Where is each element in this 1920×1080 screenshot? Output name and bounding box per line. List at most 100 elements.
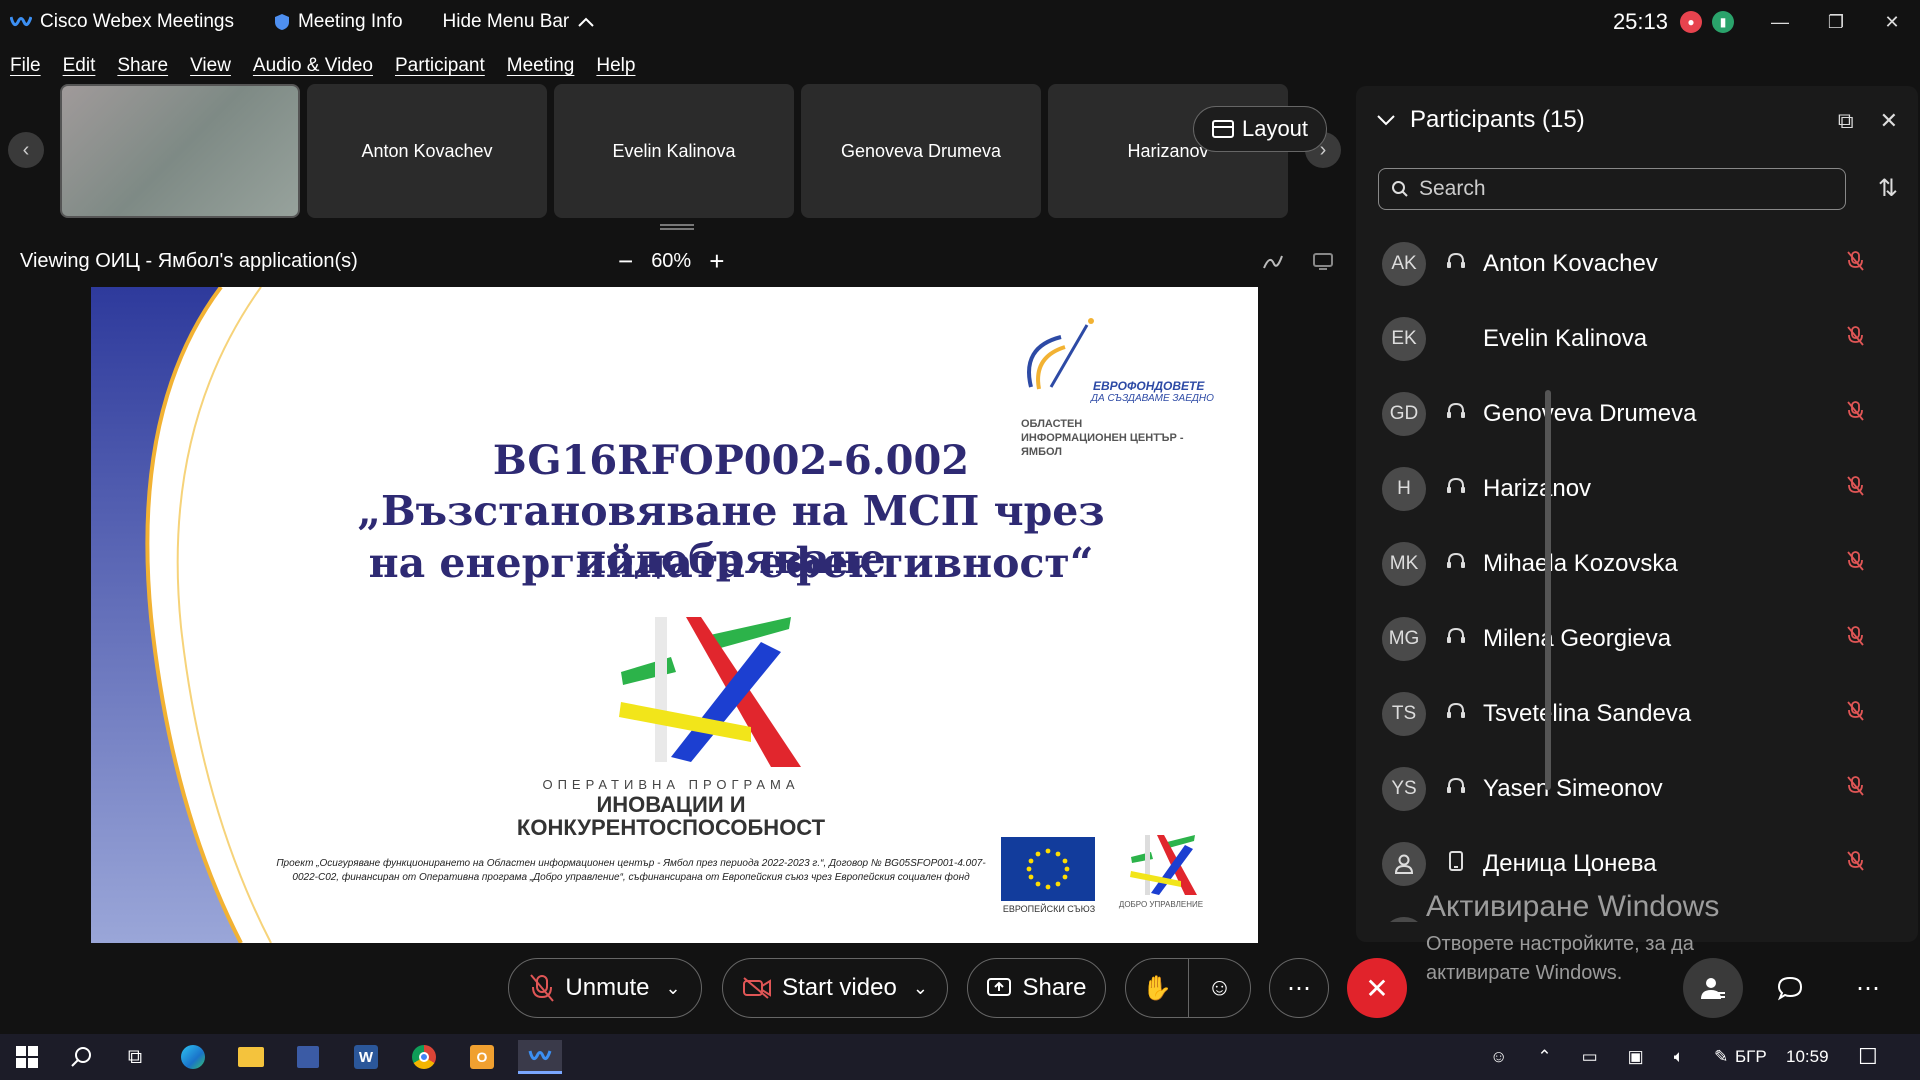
participant-row[interactable]: YS Yasen Simeonov (1356, 751, 1896, 826)
zoom-in-button[interactable]: + (709, 246, 724, 277)
file-explorer-icon[interactable] (234, 1040, 268, 1074)
viewing-bar: Viewing ОИЦ - Ямбол's application(s) − 6… (0, 240, 1340, 282)
participant-row[interactable]: MG Milena Georgieva (1356, 601, 1896, 676)
close-panel-icon[interactable]: ✕ (1880, 108, 1898, 134)
headset-icon (1444, 550, 1468, 578)
menu-view[interactable]: View (190, 55, 231, 77)
participant-row[interactable]: MK Mihaela Kozovska (1356, 526, 1896, 601)
unmute-button[interactable]: Unmute ⌄ (508, 958, 702, 1018)
avatar: MK (1382, 541, 1426, 586)
mic-muted-icon[interactable] (1846, 700, 1866, 727)
participant-row[interactable]: AK Anton Kovachev (1356, 226, 1896, 301)
video-tile[interactable]: Genoveva Drumeva (801, 84, 1041, 218)
hide-menu-bar-button[interactable]: Hide Menu Bar (443, 11, 596, 33)
webex-taskbar-icon[interactable] (518, 1040, 562, 1074)
unmute-chevron-icon[interactable]: ⌄ (665, 978, 680, 999)
headset-icon (1444, 775, 1468, 803)
battery-icon[interactable]: ▭ (1582, 1047, 1598, 1067)
mic-muted-icon[interactable] (1846, 625, 1866, 652)
viewing-text: Viewing ОИЦ - Ямбол's application(s) (20, 249, 358, 272)
strip-prev-button[interactable]: ‹ (8, 132, 44, 168)
avatar: YS (1382, 766, 1426, 811)
reactions-icon[interactable]: ☺ (1189, 974, 1250, 1002)
participant-row[interactable]: H Harizanov (1356, 451, 1896, 526)
edge-browser-icon[interactable] (176, 1040, 210, 1074)
meeting-info-button[interactable]: Meeting Info (274, 11, 403, 33)
menu-file[interactable]: File (10, 55, 41, 77)
mic-muted-icon[interactable] (1846, 325, 1866, 352)
more-options-button[interactable]: ⋯ (1269, 958, 1329, 1018)
participants-header[interactable]: Participants (15) (1376, 106, 1585, 134)
minimize-button[interactable]: — (1752, 0, 1808, 44)
chrome-icon[interactable] (407, 1040, 441, 1074)
mic-muted-icon[interactable] (1846, 475, 1866, 502)
restore-button[interactable]: ❐ (1808, 0, 1864, 44)
headset-icon (1444, 625, 1468, 653)
share-button[interactable]: Share (967, 958, 1106, 1018)
slide-swoosh-decoration (91, 287, 272, 943)
menu-audio-video[interactable]: Audio & Video (253, 55, 373, 77)
resize-grip[interactable] (660, 224, 694, 230)
outlook-icon[interactable]: O (465, 1040, 499, 1074)
participant-scrollbar[interactable] (1544, 240, 1552, 940)
people-icon[interactable]: ☺ (1490, 1047, 1507, 1067)
menu-share[interactable]: Share (117, 55, 168, 77)
annotate-icon[interactable] (1262, 250, 1284, 272)
recording-icon[interactable]: ● (1680, 11, 1702, 33)
self-video-tile[interactable] (60, 84, 300, 218)
participant-row[interactable]: EK Evelin Kalinova (1356, 301, 1896, 376)
video-chevron-icon[interactable]: ⌄ (913, 978, 928, 999)
good-governance-logo (1130, 835, 1197, 895)
end-call-button[interactable]: ✕ (1347, 958, 1407, 1018)
mic-muted-icon[interactable] (1846, 850, 1866, 877)
search-icon[interactable] (64, 1040, 98, 1074)
mic-muted-icon[interactable] (1846, 775, 1866, 802)
good-governance-label: ДОБРО УПРАВЛЕНИЕ (1118, 900, 1204, 909)
notifications-icon[interactable]: ☐ (1858, 1034, 1878, 1080)
chevron-up-icon[interactable]: ⌃ (1537, 1047, 1551, 1067)
chat-button[interactable] (1760, 958, 1820, 1018)
network-icon[interactable]: ▣ (1628, 1047, 1644, 1067)
person-icon (1394, 854, 1414, 874)
windows-start-icon[interactable] (10, 1040, 44, 1074)
start-video-button[interactable]: Start video ⌄ (722, 958, 948, 1018)
participant-row[interactable]: TS Tsvetelina Sandeva (1356, 676, 1896, 751)
share-icon (987, 978, 1012, 996)
layout-button[interactable]: Layout (1193, 106, 1327, 152)
video-tile[interactable]: Evelin Kalinova (554, 84, 794, 218)
mic-muted-icon[interactable] (1846, 400, 1866, 427)
network-health-icon[interactable]: ▮ (1712, 11, 1734, 33)
participants-panel: Participants (15) ⧉ ✕ Search ⇅ AK Anton K… (1356, 86, 1918, 942)
word-icon[interactable]: W (349, 1040, 383, 1074)
video-tile[interactable]: Anton Kovachev (307, 84, 547, 218)
participant-search-input[interactable]: Search (1378, 168, 1846, 210)
remote-control-icon[interactable] (1312, 250, 1334, 272)
mic-muted-icon[interactable] (1846, 250, 1866, 277)
pen-icon[interactable]: ✎ (1714, 1047, 1728, 1067)
task-view-icon[interactable]: ⧉ (118, 1040, 152, 1074)
close-window-button[interactable]: ✕ (1864, 0, 1920, 44)
raise-hand-icon[interactable]: ✋ (1126, 974, 1188, 1003)
layout-icon (1211, 120, 1234, 138)
taskbar-clock[interactable]: 10:59 (1786, 1034, 1829, 1080)
pop-out-icon[interactable]: ⧉ (1838, 108, 1854, 134)
menu-help[interactable]: Help (596, 55, 635, 77)
save-disk-icon[interactable] (291, 1040, 325, 1074)
participant-name: Genoveva Drumeva (1483, 399, 1697, 427)
mic-muted-icon[interactable] (1846, 550, 1866, 577)
sort-icon[interactable]: ⇅ (1878, 174, 1898, 203)
tile-name: Genoveva Drumeva (840, 140, 1002, 161)
more-panels-button[interactable]: ⋯ (1838, 958, 1898, 1018)
participant-row[interactable]: GD Genoveva Drumeva (1356, 376, 1896, 451)
participants-toggle-button[interactable] (1683, 958, 1743, 1018)
participants-icon (1701, 978, 1725, 999)
menu-edit[interactable]: Edit (63, 55, 96, 77)
zoom-out-button[interactable]: − (618, 246, 633, 277)
volume-icon[interactable]: 🔈︎ (1674, 1047, 1684, 1067)
eurofunds-logo (1027, 318, 1094, 390)
input-language[interactable]: БГР (1735, 1034, 1767, 1080)
menu-participant[interactable]: Participant (395, 55, 485, 77)
scroll-thumb[interactable] (1545, 390, 1551, 790)
menu-meeting[interactable]: Meeting (507, 55, 575, 77)
avatar: H (1382, 466, 1426, 511)
